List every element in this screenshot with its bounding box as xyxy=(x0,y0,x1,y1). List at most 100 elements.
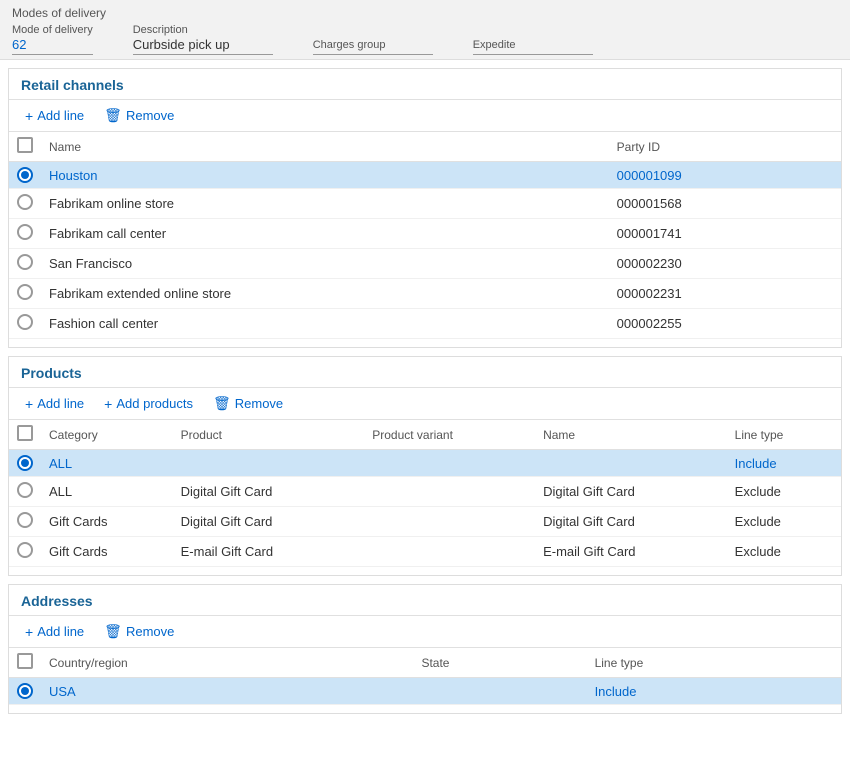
addresses-remove-button[interactable]: 🗑 Remove xyxy=(100,621,178,642)
products-row-select[interactable] xyxy=(9,537,41,567)
products-row-product: Digital Gift Card xyxy=(173,507,365,537)
products-row[interactable]: Gift Cards Digital Gift Card Digital Gif… xyxy=(9,507,841,537)
retail-row-name: Fabrikam call center xyxy=(41,219,609,249)
retail-channels-row[interactable]: Fabrikam online store 000001568 xyxy=(9,189,841,219)
trash-icon: 🗑 xyxy=(104,107,122,124)
products-row-select[interactable] xyxy=(9,507,41,537)
addresses-row-state xyxy=(413,678,586,705)
addresses-remove-label: Remove xyxy=(126,624,174,639)
retail-partyid-header: Party ID xyxy=(609,132,841,162)
addresses-add-line-label: Add line xyxy=(37,624,84,639)
retail-row-select[interactable] xyxy=(9,189,41,219)
addresses-add-line-button[interactable]: + Add line xyxy=(21,622,88,642)
radio-button[interactable] xyxy=(17,194,33,210)
retail-row-partyid: 000002255 xyxy=(609,309,841,339)
retail-row-name: Fabrikam extended online store xyxy=(41,279,609,309)
products-table: Category Product Product variant Name Li… xyxy=(9,420,841,567)
products-row-select[interactable] xyxy=(9,477,41,507)
mode-of-delivery-field: Mode of delivery 62 xyxy=(12,24,93,55)
retail-row-select[interactable] xyxy=(9,309,41,339)
addresses-toolbar: + Add line 🗑 Remove xyxy=(9,616,841,648)
retail-row-partyid: 000002231 xyxy=(609,279,841,309)
retail-row-name: Fabrikam online store xyxy=(41,189,609,219)
products-row-name: E-mail Gift Card xyxy=(535,537,727,567)
radio-button[interactable] xyxy=(17,455,33,471)
radio-button[interactable] xyxy=(17,314,33,330)
expedite-field: Expedite xyxy=(473,39,593,55)
retail-row-select[interactable] xyxy=(9,162,41,189)
retail-channels-toolbar: + Add line 🗑 Remove xyxy=(9,100,841,132)
products-row-name xyxy=(535,450,727,477)
addresses-select-all-checkbox[interactable] xyxy=(17,653,33,669)
retail-channels-row[interactable]: Fabrikam extended online store 000002231 xyxy=(9,279,841,309)
products-row-category: ALL xyxy=(41,450,173,477)
products-row[interactable]: ALL Include xyxy=(9,450,841,477)
addresses-table-container: Country/region State Line type USA Inclu… xyxy=(9,648,841,713)
retail-remove-button[interactable]: 🗑 Remove xyxy=(100,105,178,126)
products-row-variant xyxy=(364,507,535,537)
products-toolbar: + Add line + Add products 🗑 Remove xyxy=(9,388,841,420)
retail-add-line-label: Add line xyxy=(37,108,84,123)
retail-row-partyid: 000001568 xyxy=(609,189,841,219)
products-variant-header: Product variant xyxy=(364,420,535,450)
retail-channels-row[interactable]: San Francisco 000002230 xyxy=(9,249,841,279)
retail-select-all-checkbox[interactable] xyxy=(17,137,33,153)
retail-channels-row[interactable]: Fashion call center 000002255 xyxy=(9,309,841,339)
radio-button[interactable] xyxy=(17,683,33,699)
products-row-variant xyxy=(364,450,535,477)
retail-channels-row[interactable]: Fabrikam call center 000001741 xyxy=(9,219,841,249)
radio-button[interactable] xyxy=(17,284,33,300)
plus-icon-4: + xyxy=(25,624,33,640)
retail-channels-section: Retail channels + Add line 🗑 Remove Name xyxy=(8,68,842,348)
retail-row-select[interactable] xyxy=(9,249,41,279)
products-row-linetype: Exclude xyxy=(727,477,841,507)
expedite-value[interactable] xyxy=(473,52,593,55)
products-row-linetype: Exclude xyxy=(727,537,841,567)
charges-label: Charges group xyxy=(313,39,433,51)
products-row-variant xyxy=(364,477,535,507)
addresses-row[interactable]: USA Include xyxy=(9,678,841,705)
retail-channels-row[interactable]: Houston 000001099 xyxy=(9,162,841,189)
products-row-product xyxy=(173,450,365,477)
products-product-header: Product xyxy=(173,420,365,450)
products-row[interactable]: Gift Cards E-mail Gift Card E-mail Gift … xyxy=(9,537,841,567)
mode-value[interactable]: 62 xyxy=(12,37,93,55)
products-select-all-checkbox[interactable] xyxy=(17,425,33,441)
products-add-line-button[interactable]: + Add line xyxy=(21,394,88,414)
radio-button[interactable] xyxy=(17,482,33,498)
products-linetype-header: Line type xyxy=(727,420,841,450)
retail-row-select[interactable] xyxy=(9,279,41,309)
description-value[interactable]: Curbside pick up xyxy=(133,37,273,55)
radio-button[interactable] xyxy=(17,512,33,528)
addresses-row-select[interactable] xyxy=(9,678,41,705)
expedite-label: Expedite xyxy=(473,39,593,51)
modes-fields: Mode of delivery 62 Description Curbside… xyxy=(12,24,838,55)
retail-row-select[interactable] xyxy=(9,219,41,249)
products-row[interactable]: ALL Digital Gift Card Digital Gift Card … xyxy=(9,477,841,507)
products-section: Products + Add line + Add products 🗑 Rem… xyxy=(8,356,842,576)
products-remove-button[interactable]: 🗑 Remove xyxy=(209,393,287,414)
radio-button[interactable] xyxy=(17,224,33,240)
retail-row-partyid: 000002230 xyxy=(609,249,841,279)
addresses-state-header: State xyxy=(413,648,586,678)
radio-button[interactable] xyxy=(17,254,33,270)
add-products-button[interactable]: + Add products xyxy=(100,394,197,414)
products-row-variant xyxy=(364,537,535,567)
plus-icon-3: + xyxy=(104,396,112,412)
products-row-name: Digital Gift Card xyxy=(535,477,727,507)
retail-select-header xyxy=(9,132,41,162)
radio-button[interactable] xyxy=(17,542,33,558)
addresses-row-country: USA xyxy=(41,678,413,705)
products-remove-label: Remove xyxy=(235,396,283,411)
retail-name-header: Name xyxy=(41,132,609,162)
retail-row-name: Houston xyxy=(41,162,609,189)
products-row-select[interactable] xyxy=(9,450,41,477)
retail-add-line-button[interactable]: + Add line xyxy=(21,106,88,126)
addresses-section: Addresses + Add line 🗑 Remove Country/re… xyxy=(8,584,842,714)
retail-row-partyid: 000001741 xyxy=(609,219,841,249)
retail-remove-label: Remove xyxy=(126,108,174,123)
radio-button[interactable] xyxy=(17,167,33,183)
products-title: Products xyxy=(9,357,841,388)
charges-value[interactable] xyxy=(313,52,433,55)
addresses-table: Country/region State Line type USA Inclu… xyxy=(9,648,841,705)
